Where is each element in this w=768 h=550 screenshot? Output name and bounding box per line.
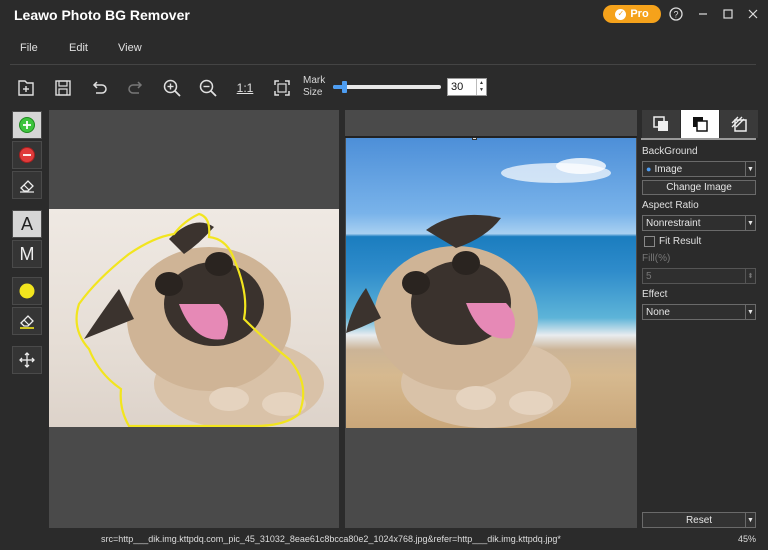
toolbar: 1:1 Mark Size 30 ▲ ▼ bbox=[0, 72, 768, 104]
fill-label: Fill(%) bbox=[642, 253, 671, 264]
fill-stepper[interactable]: 5 ⬍ bbox=[642, 268, 756, 284]
tab-transparent-layer[interactable] bbox=[720, 110, 758, 138]
chevron-down-icon: ▼ bbox=[745, 162, 755, 176]
add-mark-button[interactable] bbox=[12, 111, 42, 139]
layers-front-icon bbox=[693, 117, 708, 132]
layers-icon bbox=[653, 116, 668, 131]
color-picker-button[interactable] bbox=[12, 277, 42, 305]
result-image bbox=[346, 138, 636, 428]
pug-illustration-source bbox=[75, 212, 324, 427]
settings-panel: BackGround ● Image ▼ Change Image Aspect… bbox=[641, 110, 758, 528]
background-select[interactable]: ● Image ▼ bbox=[642, 161, 756, 177]
auto-mode-button[interactable]: A bbox=[12, 210, 42, 238]
app-title: Leawo Photo BG Remover bbox=[14, 7, 190, 23]
redo-icon[interactable] bbox=[124, 76, 148, 100]
fill-value: 5 bbox=[646, 270, 652, 282]
mark-size-label: Mark Size bbox=[303, 75, 325, 99]
source-canvas[interactable] bbox=[49, 110, 339, 528]
aspect-ratio-select[interactable]: Nonrestraint ▼ bbox=[642, 215, 756, 231]
background-select-value: Image bbox=[654, 163, 683, 175]
image-icon: ● bbox=[646, 164, 652, 174]
transparency-icon bbox=[731, 116, 747, 132]
yellow-circle-icon bbox=[19, 283, 35, 299]
chevron-down-icon: ▼ bbox=[745, 216, 755, 230]
chevron-down-icon: ▼ bbox=[745, 305, 755, 319]
fit-window-icon[interactable] bbox=[270, 76, 294, 100]
stepper-arrows[interactable]: ▲ ▼ bbox=[476, 79, 486, 95]
mark-size-slider-thumb[interactable] bbox=[342, 81, 347, 93]
check-icon: ✓ bbox=[615, 8, 627, 20]
title-bar: Leawo Photo BG Remover ✓ Pro ? bbox=[0, 0, 768, 30]
pro-label: Pro bbox=[630, 8, 649, 20]
result-top-border bbox=[345, 136, 637, 138]
reset-label: Reset bbox=[685, 514, 713, 526]
eraser-underline-icon bbox=[20, 315, 34, 329]
minus-circle-icon bbox=[19, 147, 35, 163]
pro-button[interactable]: ✓ Pro bbox=[603, 5, 661, 23]
effect-select[interactable]: None ▼ bbox=[642, 304, 756, 320]
menu-file[interactable]: File bbox=[20, 42, 38, 54]
tab-foreground-layer[interactable] bbox=[681, 110, 719, 138]
fit-result-checkbox[interactable] bbox=[644, 236, 655, 247]
zoom-out-icon[interactable] bbox=[196, 76, 220, 100]
mark-size-value: 30 bbox=[451, 81, 464, 93]
source-path-text: src=http___dik.img.kttpdq.com_pic_45_310… bbox=[101, 534, 561, 544]
mark-size-label-line2: Size bbox=[303, 87, 323, 98]
menu-divider bbox=[10, 64, 756, 65]
reset-button[interactable]: Reset ▼ bbox=[642, 512, 756, 528]
undo-icon[interactable] bbox=[87, 76, 111, 100]
mark-size-stepper[interactable]: 30 ▲ ▼ bbox=[447, 78, 487, 96]
result-canvas[interactable] bbox=[345, 110, 637, 528]
svg-text:?: ? bbox=[673, 10, 678, 20]
tab-background-layer[interactable] bbox=[642, 110, 680, 138]
manual-mode-button[interactable]: M bbox=[12, 240, 42, 268]
plus-circle-icon bbox=[19, 117, 35, 133]
effect-label: Effect bbox=[642, 289, 668, 300]
actual-size-label: 1:1 bbox=[236, 81, 254, 95]
chevron-down-icon[interactable]: ▼ bbox=[745, 513, 755, 527]
save-icon[interactable] bbox=[51, 76, 75, 100]
eraser-icon bbox=[20, 180, 34, 193]
outline-eraser-button[interactable] bbox=[12, 307, 42, 335]
tab-underline bbox=[641, 138, 756, 140]
auto-mode-label: A bbox=[20, 213, 33, 234]
aspect-ratio-label: Aspect Ratio bbox=[642, 200, 699, 211]
move-button[interactable] bbox=[12, 346, 42, 374]
fit-result-label: Fit Result bbox=[659, 236, 702, 247]
manual-mode-label: M bbox=[19, 243, 35, 264]
mark-size-slider[interactable] bbox=[333, 81, 441, 93]
open-file-icon[interactable] bbox=[14, 76, 38, 100]
pug-illustration-result bbox=[346, 158, 611, 428]
move-arrows-icon bbox=[19, 352, 35, 368]
close-icon[interactable] bbox=[744, 5, 762, 23]
mark-size-label-line1: Mark bbox=[303, 75, 326, 86]
effect-value: None bbox=[646, 306, 670, 318]
actual-size-button[interactable]: 1:1 bbox=[233, 76, 257, 100]
help-icon[interactable]: ? bbox=[667, 5, 685, 23]
remove-mark-button[interactable] bbox=[12, 141, 42, 169]
zoom-level: 45% bbox=[738, 534, 757, 544]
stepper-arrows-icon: ⬍ bbox=[745, 269, 755, 283]
menu-bar: File Edit View bbox=[0, 38, 768, 60]
menu-view[interactable]: View bbox=[118, 42, 142, 54]
zoom-in-icon[interactable] bbox=[160, 76, 184, 100]
background-label: BackGround bbox=[642, 146, 698, 157]
source-image bbox=[49, 209, 339, 427]
change-image-button[interactable]: Change Image bbox=[642, 180, 756, 195]
minimize-icon[interactable] bbox=[694, 5, 712, 23]
aspect-ratio-value: Nonrestraint bbox=[646, 217, 701, 229]
menu-edit[interactable]: Edit bbox=[69, 42, 88, 54]
eraser-button[interactable] bbox=[12, 171, 42, 199]
maximize-icon[interactable] bbox=[719, 5, 737, 23]
